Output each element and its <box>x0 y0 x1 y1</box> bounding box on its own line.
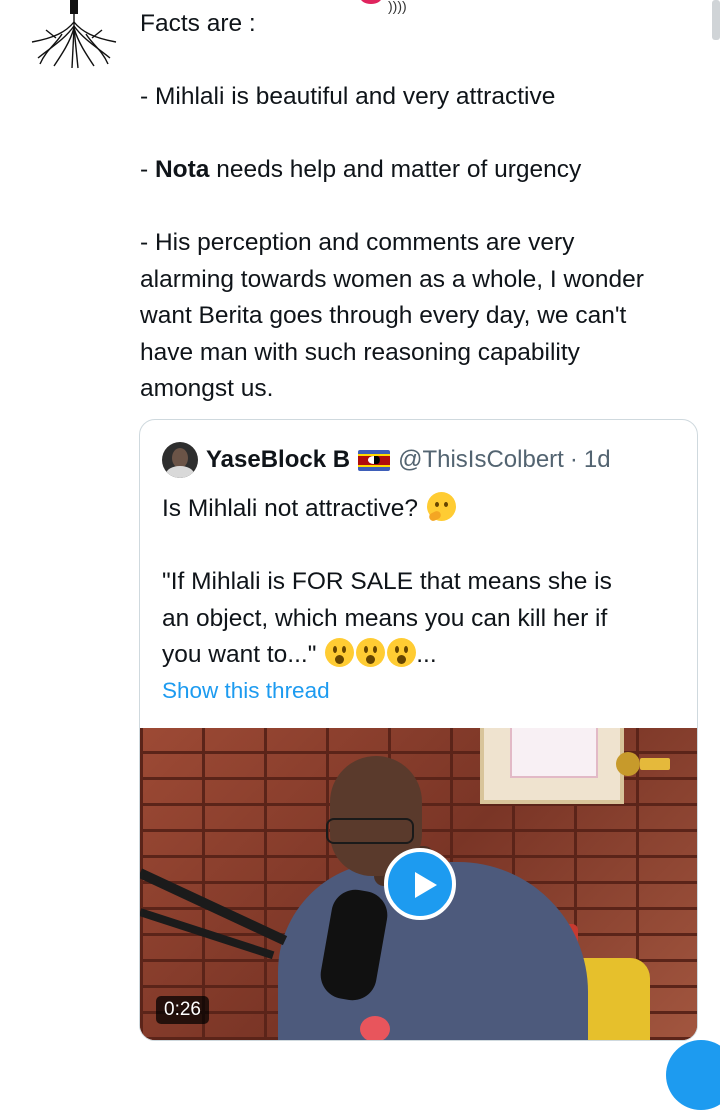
text-line: an object, which means you can kill her … <box>162 604 608 632</box>
text-line: - His perception and comments are very <box>140 229 575 256</box>
play-icon[interactable] <box>384 848 456 920</box>
face-with-open-mouth-icon <box>356 638 386 667</box>
video-player[interactable]: 0:26 <box>140 728 697 1040</box>
quoted-author-avatar[interactable] <box>162 442 198 478</box>
tweet-paragraph: - Nota needs help and matter of urgency <box>140 152 705 189</box>
studio-logo-tag <box>640 758 670 770</box>
stress-ball <box>360 1016 390 1040</box>
quoted-tweet-card[interactable]: YaseBlock B @ThisIsColbert · 1d Is Mihla… <box>139 419 698 1041</box>
emoji-icon <box>360 0 382 4</box>
ellipsis: ... <box>416 641 437 668</box>
text-line: "If Mihlali is FOR SALE that means she i… <box>162 568 612 595</box>
text-line: amongst us. <box>140 375 274 402</box>
video-duration-badge: 0:26 <box>156 996 209 1024</box>
text-line: have man with such reasoning capability <box>140 338 580 366</box>
quoted-tweet-header: YaseBlock B @ThisIsColbert · 1d <box>162 442 611 478</box>
text-line: Is Mihlali not attractive? <box>162 495 418 522</box>
quoted-tweet-text: Is Mihlali not attractive? "If Mihlali i… <box>162 491 682 674</box>
show-this-thread-link[interactable]: Show this thread <box>162 678 330 704</box>
quoted-author-name[interactable]: YaseBlock B <box>206 446 350 474</box>
quoted-paragraph: Is Mihlali not attractive? <box>162 491 682 528</box>
text-fragment: needs help and matter of urgency <box>209 156 582 183</box>
quoted-author-handle[interactable]: @ThisIsColbert <box>398 446 564 474</box>
tweet-paragraph: - Mihlali is beautiful and very attracti… <box>140 83 556 110</box>
text-line: alarming towards women as a whole, I won… <box>140 265 644 293</box>
face-with-open-mouth-icon <box>325 638 355 667</box>
tweet-text: Facts are : - Mihlali is beautiful and v… <box>140 6 705 408</box>
text-line: you want to..." <box>162 641 317 668</box>
studio-logo-icon <box>616 752 640 776</box>
text-fragment: - <box>140 156 155 183</box>
quoted-paragraph: "If Mihlali is FOR SALE that means she i… <box>162 564 682 674</box>
author-avatar-tree-icon[interactable] <box>26 0 122 70</box>
scrollbar[interactable] <box>712 0 720 40</box>
eswatini-flag-icon <box>358 449 391 471</box>
text-line: want Berita goes through every day, we c… <box>140 302 627 329</box>
picture-frame <box>480 728 624 804</box>
compose-tweet-button[interactable] <box>666 1040 720 1110</box>
bold-text: Nota <box>154 156 210 183</box>
tweet-paragraph: Facts are : <box>140 10 256 37</box>
quoted-tweet-timestamp[interactable]: 1d <box>584 446 611 474</box>
tweet-paragraph: - His perception and comments are very a… <box>140 225 705 408</box>
face-with-open-mouth-icon <box>387 638 417 667</box>
glasses <box>326 818 414 844</box>
separator-dot: · <box>569 446 578 473</box>
thinking-face-icon <box>426 492 456 521</box>
